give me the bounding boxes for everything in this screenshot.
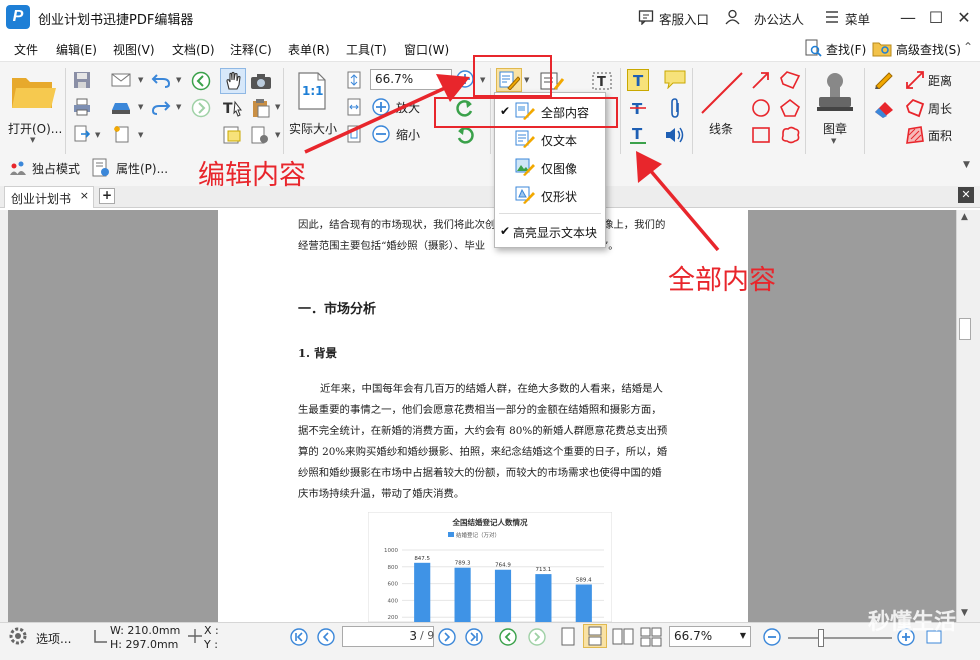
bar-value-label: 764.9 <box>495 563 511 569</box>
dimension-icon <box>92 627 110 645</box>
last-page-icon[interactable] <box>464 627 484 647</box>
paragraph-line: 生最重要的事情之一，他们会愿意花费相当一部分的金额在结婚照和摄影方面， <box>298 404 662 416</box>
section-heading: 一．市场分析 <box>298 302 377 317</box>
paragraph-line: 近年来，中国每年会有几百万的结婚人群，在绝大多数的人看来，结婚是人 <box>320 383 663 395</box>
y-tick-label: 1000 <box>384 548 398 554</box>
subsection-heading: 1. 背景 <box>298 346 338 360</box>
paragraph-line: 算的 20%来购买婚纱和婚纱摄影、拍照，来纪念结婚这个重要的日子，所以，婚 <box>298 446 668 458</box>
page-total: / 9 <box>420 629 435 642</box>
legend-swatch <box>448 532 454 537</box>
legend-label: 结婚登记（万对） <box>456 531 500 539</box>
status-zoom-value: 66.7% <box>674 629 713 643</box>
chevron-down-icon: ▼ <box>739 631 746 640</box>
previous-page-icon[interactable] <box>316 627 336 647</box>
bar-value-label: 847.5 <box>414 556 430 562</box>
chart-bar <box>535 574 552 622</box>
bar-value-label: 589.4 <box>576 577 592 583</box>
paragraph-line: 纱照和婚纱摄影在市场中占据着较大的份额，而较大的市场需求也使得中国的婚 <box>298 467 662 479</box>
annotation-arrows <box>304 74 720 252</box>
arrow-to-all-content <box>648 168 720 252</box>
single-page-view-icon[interactable] <box>558 626 578 648</box>
annotation-all-content: 全部内容 <box>668 265 776 296</box>
y-tick-label: 800 <box>388 565 399 571</box>
zoom-out-icon[interactable] <box>762 627 782 647</box>
status-zoom-select[interactable]: 66.7% ▼ <box>669 626 751 647</box>
arrow-to-edit-button <box>304 86 446 154</box>
history-back-icon[interactable] <box>498 627 518 647</box>
chart-bar <box>414 562 431 622</box>
cursor-y-readout: Y : <box>204 638 218 651</box>
scroll-down-icon[interactable]: ▼ <box>961 608 968 618</box>
chart-bar <box>454 567 471 622</box>
first-page-icon[interactable] <box>289 627 309 647</box>
gear-icon[interactable] <box>8 626 28 646</box>
page-height-readout: H: 297.0mm <box>110 638 179 651</box>
continuous-facing-icon[interactable] <box>639 626 663 648</box>
zoom-slider-track[interactable] <box>788 637 892 639</box>
chart-bar <box>494 569 512 622</box>
page-width-readout: W: 210.0mm <box>110 624 181 637</box>
paragraph-line: 据不完全统计，在新婚的消费方面，大约会有 80%的新婚人群愿意花费总支出预 <box>298 425 668 437</box>
facing-view-icon[interactable] <box>611 626 635 648</box>
cursor-x-readout: X : <box>204 624 219 637</box>
chart-bar <box>575 584 592 622</box>
next-page-icon[interactable] <box>437 627 457 647</box>
crosshair-icon <box>186 627 204 645</box>
annotation-edit-content: 编辑内容 <box>198 160 306 191</box>
watermark-text: 秒懂生活 <box>868 610 957 635</box>
options-button[interactable]: 选项... <box>36 630 71 647</box>
paragraph-line: 庆市场持续升温，带动了婚庆消费。 <box>298 488 465 500</box>
chart-title: 全国结婚登记人数情况 <box>452 517 528 527</box>
continuous-view-icon[interactable] <box>583 624 607 648</box>
y-tick-label: 600 <box>388 582 399 588</box>
history-forward-icon[interactable] <box>527 627 547 647</box>
y-tick-label: 200 <box>388 615 399 621</box>
zoom-slider-thumb[interactable] <box>818 629 824 647</box>
y-tick-label: 400 <box>388 598 399 604</box>
bar-value-label: 713.1 <box>536 567 552 573</box>
bar-chart: 全国结婚登记人数情况 结婚登记（万对） 1000 800 600 400 200 847.… <box>368 512 612 622</box>
bar-value-label: 789.3 <box>455 561 471 567</box>
page-number: 3 <box>409 629 417 643</box>
scrollbar-thumb[interactable] <box>959 318 971 340</box>
